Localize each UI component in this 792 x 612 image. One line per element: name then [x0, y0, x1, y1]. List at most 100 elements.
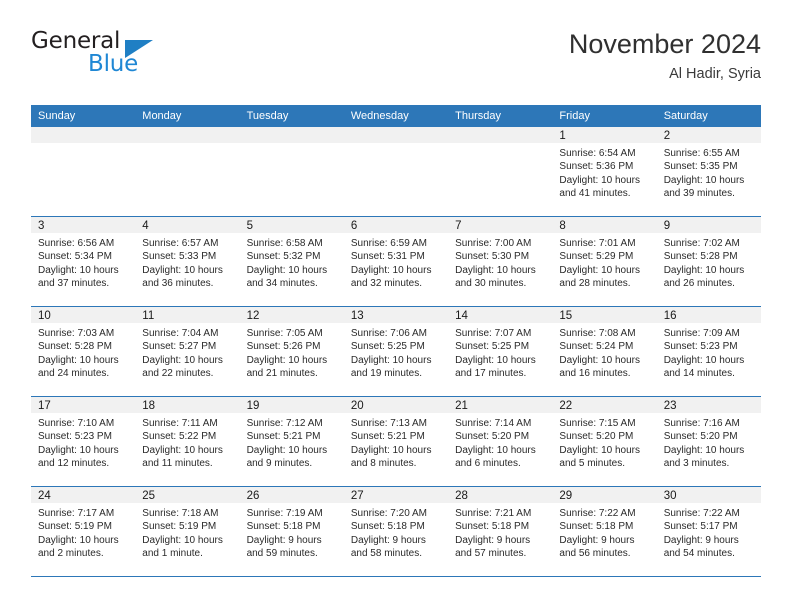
calendar-day-cell-empty: [135, 127, 240, 217]
calendar-day-cell[interactable]: 28 Sunrise: 7:21 AM Sunset: 5:18 PM Dayligh…: [448, 486, 553, 577]
calendar-day-cell[interactable]: 4 Sunrise: 6:57 AM Sunset: 5:33 PM Daylight…: [135, 216, 240, 307]
day-sun-info: Sunrise: 7:17 AM Sunset: 5:19 PM Daylight:…: [31, 503, 135, 561]
calendar-day-cell[interactable]: 25 Sunrise: 7:18 AM Sunset: 5:19 PM Dayligh…: [135, 486, 240, 577]
day-sun-info: Sunrise: 7:03 AM Sunset: 5:28 PM Daylight:…: [31, 323, 135, 381]
day-sun-info: [31, 143, 135, 147]
sunrise-text: Sunrise: 7:12 AM: [246, 418, 323, 429]
sunset-text: Sunset: 5:36 PM: [559, 161, 634, 173]
calendar-day-cell[interactable]: 16 Sunrise: 7:09 AM Sunset: 5:23 PM Dayligh…: [656, 306, 761, 397]
calendar-day-cell[interactable]: 26 Sunrise: 7:19 AM Sunset: 5:18 PM Dayligh…: [239, 486, 344, 577]
calendar-day-cell[interactable]: 24 Sunrise: 7:17 AM Sunset: 5:19 PM Dayligh…: [31, 486, 136, 577]
sunrise-text: Sunrise: 7:08 AM: [559, 328, 636, 339]
sunrise-text: Sunrise: 6:59 AM: [350, 238, 427, 249]
calendar-day-cell-empty: [239, 127, 344, 217]
sunrise-text: Sunrise: 7:00 AM: [455, 238, 532, 249]
calendar-day-cell[interactable]: 21 Sunrise: 7:14 AM Sunset: 5:20 PM Dayligh…: [448, 396, 553, 487]
day-number: 9: [656, 217, 761, 233]
day-sun-info: Sunrise: 6:58 AM Sunset: 5:32 PM Daylight:…: [240, 233, 344, 291]
calendar-day-cell[interactable]: 11 Sunrise: 7:04 AM Sunset: 5:27 PM Dayligh…: [135, 306, 240, 397]
sunrise-text: Sunrise: 7:05 AM: [246, 328, 323, 339]
sunrise-text: Sunrise: 7:03 AM: [38, 328, 115, 339]
day-number: 22: [552, 397, 657, 413]
sunset-text: Sunset: 5:28 PM: [38, 341, 112, 353]
sunset-text: Sunset: 5:28 PM: [663, 251, 738, 263]
calendar-day-cell[interactable]: 23 Sunrise: 7:16 AM Sunset: 5:20 PM Dayligh…: [656, 396, 761, 487]
day-sun-info: Sunrise: 6:57 AM Sunset: 5:33 PM Daylight:…: [135, 233, 239, 291]
daylight-text-line1: Daylight: 10 hours: [142, 534, 223, 546]
calendar-day-cell[interactable]: 1 Sunrise: 6:54 AM Sunset: 5:36 PM Daylight…: [552, 127, 657, 217]
daylight-text-line2: and 11 minutes.: [142, 458, 213, 470]
calendar-day-cell[interactable]: 29 Sunrise: 7:22 AM Sunset: 5:18 PM Dayligh…: [552, 486, 657, 577]
page-title: November 2024: [568, 29, 761, 59]
calendar-day-cell[interactable]: 10 Sunrise: 7:03 AM Sunset: 5:28 PM Dayligh…: [31, 306, 136, 397]
sunset-text: Sunset: 5:18 PM: [455, 521, 530, 533]
day-sun-info: Sunrise: 7:22 AM Sunset: 5:18 PM Daylight:…: [552, 503, 656, 561]
day-number: 25: [135, 487, 240, 503]
calendar-day-cell-empty: [343, 127, 449, 217]
calendar-day-cell[interactable]: 17 Sunrise: 7:10 AM Sunset: 5:23 PM Dayligh…: [31, 396, 136, 487]
calendar-day-cell[interactable]: 14 Sunrise: 7:07 AM Sunset: 5:25 PM Dayligh…: [448, 306, 553, 397]
calendar-day-cell[interactable]: 18 Sunrise: 7:11 AM Sunset: 5:22 PM Dayligh…: [135, 396, 240, 487]
weekday-header-monday: Monday: [135, 105, 240, 127]
day-number: 28: [448, 487, 553, 503]
sunrise-text: Sunrise: 7:10 AM: [38, 418, 115, 429]
calendar-day-cell[interactable]: 22 Sunrise: 7:15 AM Sunset: 5:20 PM Dayligh…: [552, 396, 657, 487]
day-number: 4: [135, 217, 240, 233]
day-number: 3: [31, 217, 136, 233]
weekday-header-wednesday: Wednesday: [343, 105, 449, 127]
calendar-day-cell[interactable]: 12 Sunrise: 7:05 AM Sunset: 5:26 PM Dayligh…: [239, 306, 344, 397]
sunrise-text: Sunrise: 7:15 AM: [559, 418, 636, 429]
daylight-text-line2: and 1 minute.: [142, 548, 203, 560]
calendar-day-cell[interactable]: 6 Sunrise: 6:59 AM Sunset: 5:31 PM Daylight…: [343, 216, 449, 307]
day-number: [31, 127, 136, 143]
daylight-text-line1: Daylight: 10 hours: [559, 264, 641, 276]
day-number: 29: [552, 487, 657, 503]
day-sun-info: Sunrise: 7:10 AM Sunset: 5:23 PM Daylight:…: [31, 413, 135, 471]
generalblue-logo[interactable]: General Blue: [31, 28, 231, 84]
sunset-text: Sunset: 5:31 PM: [350, 251, 425, 263]
daylight-text-line1: Daylight: 10 hours: [455, 354, 536, 366]
daylight-text-line1: Daylight: 10 hours: [559, 444, 641, 456]
day-sun-info: Sunrise: 7:11 AM Sunset: 5:22 PM Daylight:…: [135, 413, 239, 471]
day-number: [343, 127, 449, 143]
day-number: 12: [239, 307, 344, 323]
daylight-text-line1: Daylight: 9 hours: [350, 534, 426, 546]
calendar-day-cell[interactable]: 15 Sunrise: 7:08 AM Sunset: 5:24 PM Dayligh…: [552, 306, 657, 397]
sunset-text: Sunset: 5:23 PM: [663, 341, 738, 353]
day-sun-info: [448, 143, 552, 147]
daylight-text-line2: and 57 minutes.: [455, 548, 527, 560]
calendar-day-cell[interactable]: 8 Sunrise: 7:01 AM Sunset: 5:29 PM Daylight…: [552, 216, 657, 307]
daylight-text-line2: and 14 minutes.: [663, 368, 735, 380]
day-number: 2: [656, 127, 761, 143]
sunrise-text: Sunrise: 6:55 AM: [663, 148, 740, 159]
daylight-text-line1: Daylight: 10 hours: [142, 444, 223, 456]
daylight-text-line1: Daylight: 10 hours: [38, 444, 119, 456]
calendar-day-cell[interactable]: 19 Sunrise: 7:12 AM Sunset: 5:21 PM Dayligh…: [239, 396, 344, 487]
calendar-grid: Sunday Monday Tuesday Wednesday Thursday…: [31, 105, 761, 577]
day-sun-info: [135, 143, 239, 147]
sunset-text: Sunset: 5:24 PM: [559, 341, 634, 353]
calendar-day-cell[interactable]: 2 Sunrise: 6:55 AM Sunset: 5:35 PM Daylight…: [656, 127, 761, 217]
sunset-text: Sunset: 5:34 PM: [38, 251, 112, 263]
calendar-week-row: 10 Sunrise: 7:03 AM Sunset: 5:28 PM Dayligh…: [31, 306, 761, 397]
calendar-day-cell[interactable]: 30 Sunrise: 7:22 AM Sunset: 5:17 PM Dayligh…: [656, 486, 761, 577]
calendar-day-cell[interactable]: 3 Sunrise: 6:56 AM Sunset: 5:34 PM Daylight…: [31, 216, 136, 307]
calendar-day-cell[interactable]: 27 Sunrise: 7:20 AM Sunset: 5:18 PM Dayligh…: [343, 486, 449, 577]
sunrise-text: Sunrise: 6:56 AM: [38, 238, 115, 249]
day-number: 16: [656, 307, 761, 323]
calendar-day-cell[interactable]: 9 Sunrise: 7:02 AM Sunset: 5:28 PM Daylight…: [656, 216, 761, 307]
daylight-text-line1: Daylight: 10 hours: [246, 354, 328, 366]
calendar-day-cell[interactable]: 13 Sunrise: 7:06 AM Sunset: 5:25 PM Dayligh…: [343, 306, 449, 397]
day-sun-info: Sunrise: 7:22 AM Sunset: 5:17 PM Daylight:…: [657, 503, 761, 561]
daylight-text-line2: and 17 minutes.: [455, 368, 527, 380]
daylight-text-line2: and 12 minutes.: [38, 458, 110, 470]
sunset-text: Sunset: 5:32 PM: [246, 251, 321, 263]
calendar-day-cell[interactable]: 7 Sunrise: 7:00 AM Sunset: 5:30 PM Daylight…: [448, 216, 553, 307]
calendar-day-cell[interactable]: 20 Sunrise: 7:13 AM Sunset: 5:21 PM Dayligh…: [343, 396, 449, 487]
sunrise-text: Sunrise: 7:01 AM: [559, 238, 636, 249]
day-number: 14: [448, 307, 553, 323]
sunset-text: Sunset: 5:19 PM: [38, 521, 112, 533]
sunset-text: Sunset: 5:17 PM: [663, 521, 738, 533]
calendar-day-cell[interactable]: 5 Sunrise: 6:58 AM Sunset: 5:32 PM Daylight…: [239, 216, 344, 307]
sunset-text: Sunset: 5:30 PM: [455, 251, 530, 263]
